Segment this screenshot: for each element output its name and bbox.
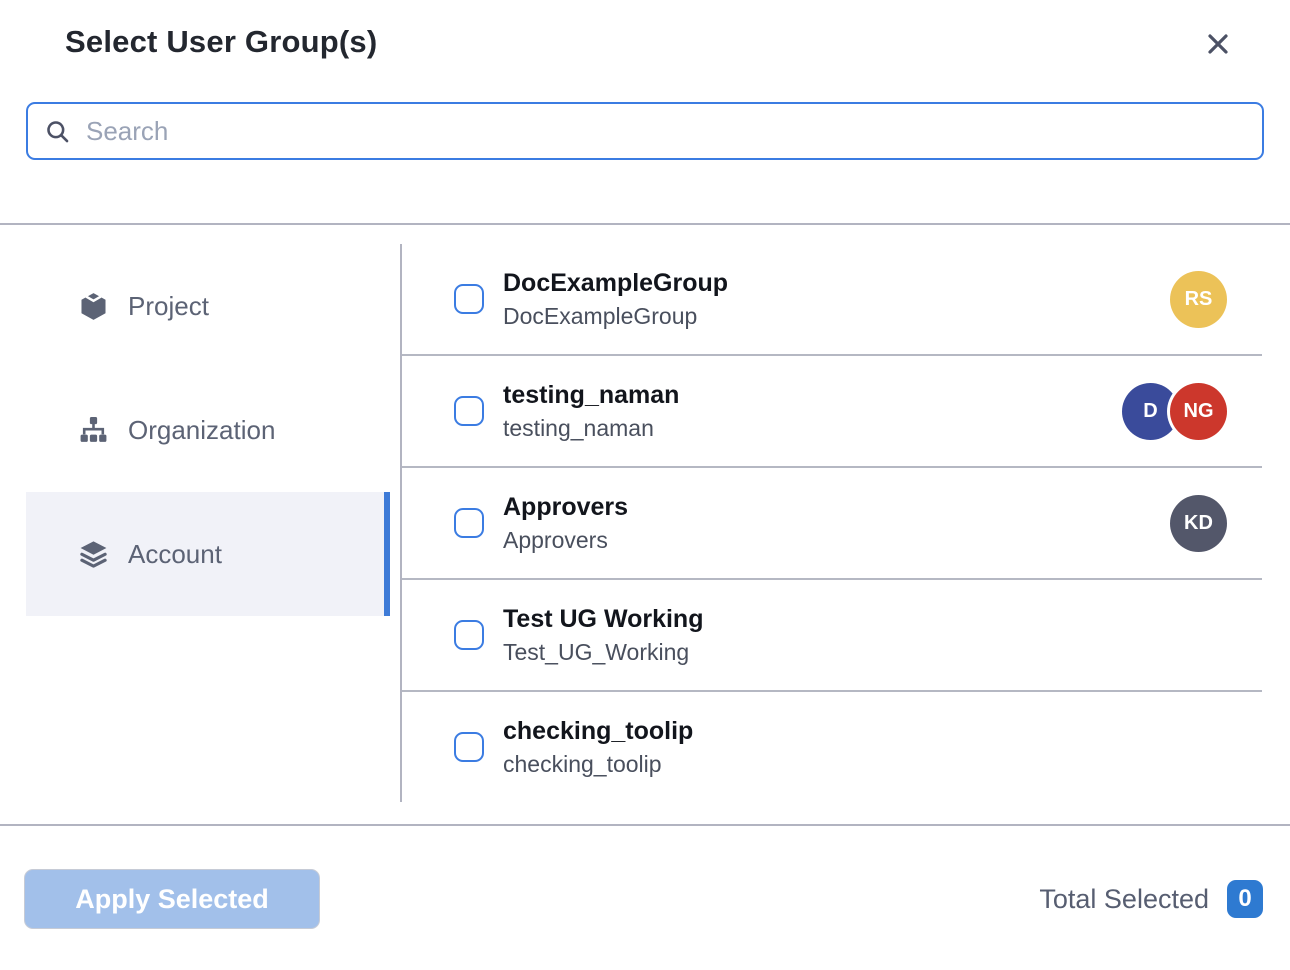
group-description: checking_toolip [503,751,693,778]
dialog-header: Select User Group(s) [0,0,1290,60]
close-icon [1204,46,1232,61]
sidebar-item-account[interactable]: Account [26,492,390,616]
dialog-body: Project Organization [0,244,1290,802]
avatar-stack: DNG [1122,383,1227,440]
header-divider [0,223,1290,225]
sidebar-item-organization[interactable]: Organization [26,368,390,492]
sidebar-item-label: Organization [128,415,275,446]
group-checkbox[interactable] [454,396,484,426]
group-name: Test UG Working [503,605,703,634]
group-description: DocExampleGroup [503,303,728,330]
apply-selected-button[interactable]: Apply Selected [24,869,320,929]
user-group-row: Test UG Working Test_UG_Working [402,580,1262,692]
total-selected-count-badge: 0 [1227,880,1263,918]
user-group-row: checking_toolip checking_toolip [402,692,1262,802]
group-name: DocExampleGroup [503,269,728,298]
user-group-row: testing_naman testing_naman DNG [402,356,1262,468]
dialog-footer: Apply Selected Total Selected 0 [0,826,1290,929]
dialog-title: Select User Group(s) [65,24,377,60]
close-button[interactable] [1204,30,1232,58]
group-description: Test_UG_Working [503,639,703,666]
sidebar-item-project[interactable]: Project [26,244,390,368]
group-name: Approvers [503,493,628,522]
user-group-list: DocExampleGroup DocExampleGroup RS testi… [400,244,1262,802]
cube-icon [78,291,109,322]
search-icon [44,118,71,145]
scope-sidebar: Project Organization [0,244,400,802]
group-name: testing_naman [503,381,679,410]
search-box[interactable] [26,102,1264,160]
sitemap-icon [78,415,109,446]
search-input[interactable] [86,116,1246,147]
avatar: NG [1170,383,1227,440]
group-checkbox[interactable] [454,508,484,538]
group-checkbox[interactable] [454,620,484,650]
group-checkbox[interactable] [454,732,484,762]
group-name: checking_toolip [503,717,693,746]
select-user-groups-dialog: Select User Group(s) [0,0,1290,970]
user-group-row: DocExampleGroup DocExampleGroup RS [402,244,1262,356]
layers-icon [78,539,109,570]
avatar-stack: RS [1170,271,1227,328]
group-description: testing_naman [503,415,679,442]
avatar: RS [1170,271,1227,328]
sidebar-item-label: Project [128,291,209,322]
group-description: Approvers [503,527,628,554]
sidebar-item-label: Account [128,539,222,570]
total-selected: Total Selected 0 [1039,880,1263,918]
group-checkbox[interactable] [454,284,484,314]
avatar-stack: KD [1170,495,1227,552]
avatar: KD [1170,495,1227,552]
total-selected-label: Total Selected [1039,884,1209,915]
user-group-row: Approvers Approvers KD [402,468,1262,580]
